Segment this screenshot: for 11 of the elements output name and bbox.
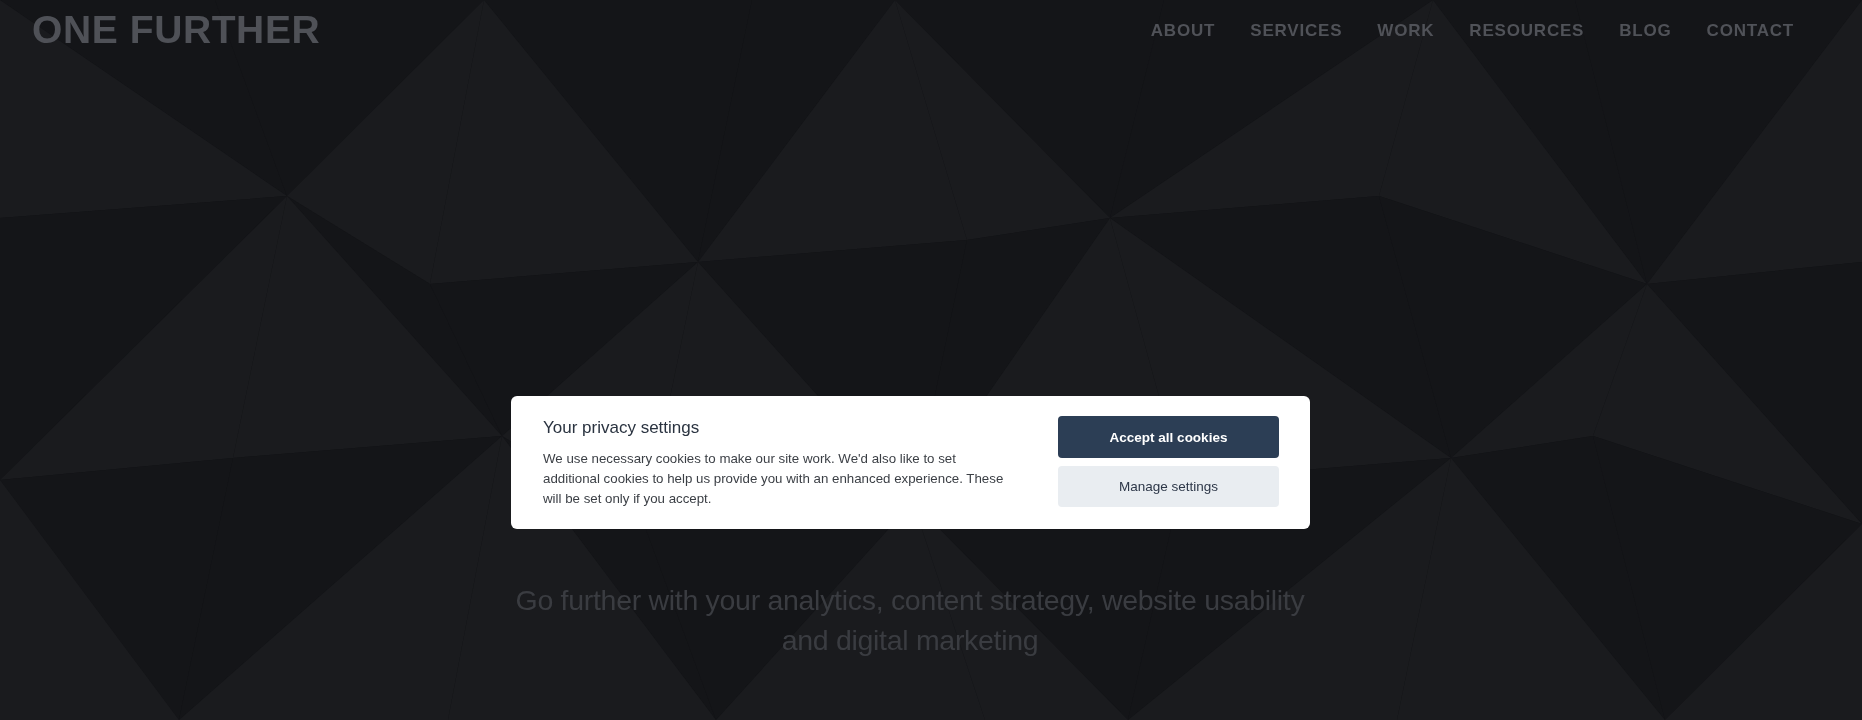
site-logo[interactable]: ONE FURTHER bbox=[32, 9, 321, 49]
nav-link[interactable]: ABOUT bbox=[1150, 21, 1216, 39]
nav-link[interactable]: CONTACT bbox=[1706, 21, 1794, 39]
nav-link[interactable]: SERVICES bbox=[1250, 21, 1343, 39]
dialog-text: We use necessary cookies to make our site work. We'd also like to set additional cookies to help us provide you with an enhanced experience. These will be set only if you accept. bbox=[543, 450, 1005, 508]
dialog-title: Your privacy settings bbox=[543, 417, 701, 439]
accept-button[interactable]: Accept all cookies bbox=[1058, 416, 1279, 458]
manage-settings-button[interactable]: Manage settings bbox=[1058, 466, 1279, 507]
nav-link[interactable]: RESOURCES bbox=[1469, 21, 1585, 39]
nav-link[interactable]: BLOG bbox=[1619, 21, 1672, 39]
nav-link[interactable]: WORK bbox=[1377, 21, 1435, 39]
